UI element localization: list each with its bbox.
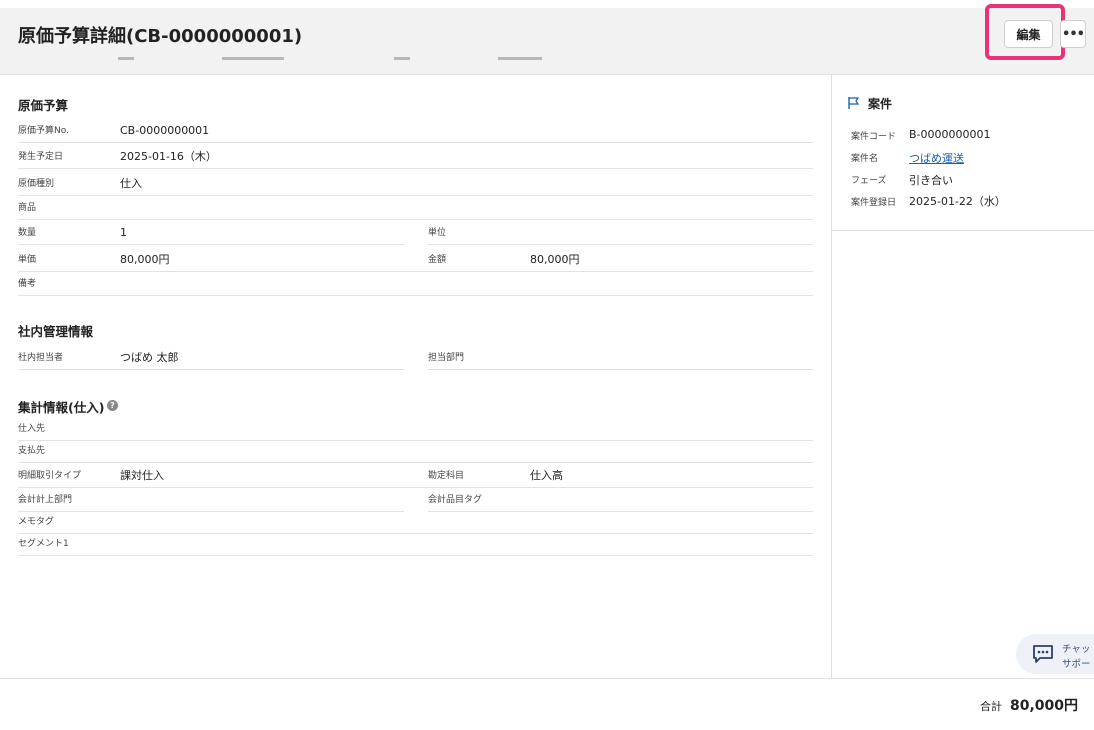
field-label: 明細取引タイプ	[18, 471, 82, 481]
section-summary-title: 集計情報(仕入)	[18, 400, 105, 415]
field-label: 仕入先	[18, 424, 46, 434]
field-row: 社内担当者 つばめ 太郎	[18, 347, 404, 370]
field-label: 単価	[18, 255, 37, 265]
help-icon[interactable]: ?	[107, 400, 118, 411]
field-label: 社内担当者	[18, 353, 64, 363]
field-row: 単価 80,000円 金額 80,000円	[18, 249, 813, 272]
field-value: 1	[120, 226, 127, 239]
header-ghost-text	[394, 57, 410, 60]
field-label: メモタグ	[18, 517, 55, 527]
field-label: 担当部門	[428, 353, 465, 363]
total-value: 80,000円	[1010, 698, 1079, 714]
sidebar-label: 案件コード	[851, 132, 897, 142]
sidebar-project-title: 案件	[868, 97, 893, 111]
more-icon: •••	[1062, 26, 1085, 42]
field-row: メモタグ	[18, 511, 813, 534]
field-label: 単位	[428, 228, 447, 238]
sidebar-label: 案件登録日	[851, 198, 897, 208]
header-ghost-text	[118, 57, 134, 60]
field-value: 80,000円	[530, 253, 580, 266]
field-row: 担当部門	[428, 347, 813, 370]
field-label: 数量	[18, 228, 37, 238]
field-row: 会計品目タグ	[428, 489, 813, 512]
field-row: 仕入先	[18, 418, 813, 441]
field-value: つばめ 太郎	[120, 351, 179, 364]
sidebar-value: 2025-01-22（水）	[909, 195, 1006, 208]
field-row: 支払先	[18, 440, 813, 463]
field-label: 発生予定日	[18, 152, 64, 162]
field-label: セグメント1	[18, 539, 69, 549]
field-row: 商品	[18, 197, 813, 220]
field-row: 会計計上部門	[18, 489, 404, 512]
field-row: 単位	[428, 222, 813, 245]
top-strip	[0, 0, 1094, 8]
header-ghost-text	[222, 57, 284, 60]
edit-button[interactable]: 編集	[1004, 20, 1053, 48]
field-value: 仕入	[120, 177, 142, 190]
field-row: 発生予定日 2025-01-16（木）	[18, 146, 813, 169]
field-value: 仕入高	[530, 469, 563, 482]
sidebar-label: 案件名	[851, 154, 879, 164]
page-title: 原価予算詳細(CB-0000000001)	[18, 26, 303, 47]
project-name-link[interactable]: つばめ運送	[909, 150, 964, 166]
field-label: 原価種別	[18, 179, 55, 189]
sidebar-divider	[831, 230, 1094, 231]
field-value: 課対仕入	[120, 469, 164, 482]
field-row: 明細取引タイプ 課対仕入 勘定科目 仕入高	[18, 465, 813, 488]
chat-label-line1: チャッ	[1062, 644, 1091, 655]
field-row: セグメント1	[18, 533, 813, 556]
page-header: 原価予算詳細(CB-0000000001)	[0, 8, 1094, 75]
footer-bar	[0, 678, 1094, 730]
sidebar-value: B-0000000001	[909, 128, 991, 141]
field-label: 勘定科目	[428, 471, 465, 481]
chat-bubble-icon	[1033, 645, 1053, 663]
field-row: 数量 1	[18, 222, 404, 245]
field-label: 会計計上部門	[18, 495, 73, 505]
field-value: CB-0000000001	[120, 124, 210, 137]
field-label: 会計品目タグ	[428, 495, 483, 505]
chat-label-line2: サポー	[1062, 659, 1091, 670]
section-internal-title: 社内管理情報	[18, 324, 94, 339]
field-row: 原価予算No. CB-0000000001	[18, 120, 813, 143]
sidebar-value: 引き合い	[909, 174, 953, 187]
field-value: 80,000円	[120, 253, 170, 266]
sidebar-label: フェーズ	[851, 176, 887, 186]
field-label: 原価予算No.	[18, 126, 69, 136]
header-ghost-text	[498, 57, 542, 60]
flag-icon	[848, 97, 860, 109]
field-label: 金額	[428, 255, 447, 265]
field-label: 備考	[18, 279, 37, 289]
field-row: 備考	[18, 273, 813, 296]
field-label: 支払先	[18, 446, 46, 456]
more-actions-button[interactable]: •••	[1060, 20, 1086, 48]
total-label: 合計	[980, 700, 1002, 713]
field-label: 商品	[18, 203, 37, 213]
field-row: 原価種別 仕入	[18, 173, 813, 196]
section-cost-budget-title: 原価予算	[18, 98, 69, 113]
field-value: 2025-01-16（木）	[120, 150, 217, 163]
